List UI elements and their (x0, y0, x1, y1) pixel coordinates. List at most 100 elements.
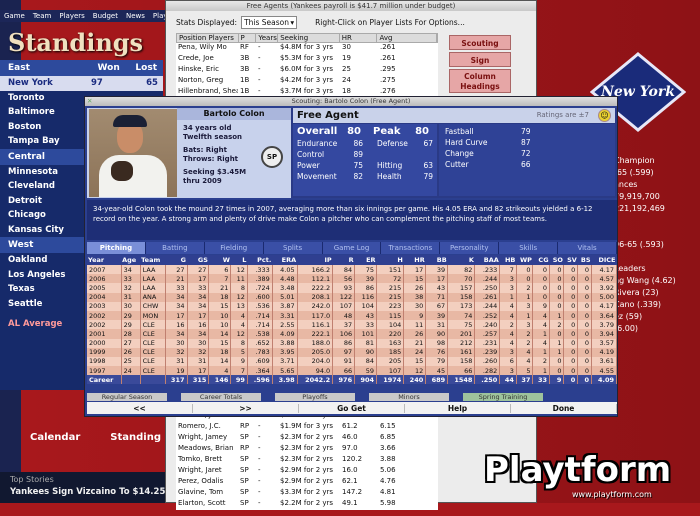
stat-column-header[interactable]: HB (499, 255, 517, 265)
stat-column-header[interactable]: WP (516, 255, 533, 265)
table-row[interactable]: Romero, J.C. RP - $1.9M for 3 yrs 61.2 6.15 (176, 422, 438, 433)
stat-cell: 0 (577, 347, 593, 357)
stat-cell: 44 (499, 375, 517, 385)
table-row[interactable]: Wright, Jamey SP - $2.3M for 2 yrs 46.0 6.85 (176, 433, 438, 444)
table-cell: 4.81 (380, 488, 396, 496)
stat-column-header[interactable]: ERA (272, 255, 298, 265)
column-header[interactable]: P (239, 34, 257, 42)
subtab-regular-season[interactable]: Regular Season (87, 393, 167, 401)
nav-button[interactable]: << (87, 403, 193, 413)
table-cell: $5.3M for 3 yrs (280, 54, 334, 62)
menu-item[interactable]: Team (33, 12, 52, 20)
subtab-career-totals[interactable]: Career Totals (181, 393, 261, 401)
stat-cell: 2002 (87, 310, 122, 321)
stat-column-header[interactable]: Age (121, 255, 141, 265)
stat-column-header[interactable]: SV (563, 255, 578, 265)
table-row[interactable]: Hinske, Eric 3B - $6.0M for 3 yrs 25 .295 (176, 65, 438, 76)
column-header[interactable]: Years (256, 34, 279, 42)
tab-transactions[interactable]: Transactions (381, 242, 440, 254)
stat-column-header[interactable]: BB (425, 255, 448, 265)
stat-column-header[interactable]: K (447, 255, 475, 265)
stat-cell: 0 (577, 320, 593, 330)
tab-vitals[interactable]: Vitals (558, 242, 617, 254)
subtab-minors[interactable]: Minors (369, 393, 449, 401)
table-row[interactable]: Norton, Greg 1B - $4.2M for 3 yrs 24 .275 (176, 76, 438, 87)
column-headings-button[interactable]: Column Headings (449, 69, 511, 93)
tab-fielding[interactable]: Fielding (204, 242, 263, 254)
nav-button[interactable]: Go Get (299, 403, 405, 413)
tab-game-log[interactable]: Game Log (322, 242, 381, 254)
table-cell: Crede, Joe (178, 54, 214, 62)
rating-row: Endurance 86 Defense 67 (293, 138, 437, 149)
table-row[interactable]: Perez, Odalis SP - $2.9M for 2 yrs 62.1 4.76 (176, 477, 438, 488)
menu-item[interactable]: Budget (93, 12, 118, 20)
column-header[interactable]: Position Players (177, 34, 239, 42)
tab-batting[interactable]: Batting (145, 242, 204, 254)
table-row[interactable]: Tomko, Brett SP - $2.3M for 2 yrs 120.2 3.88 (176, 455, 438, 466)
tab-skills[interactable]: Skills (499, 242, 558, 254)
column-header[interactable]: HR (340, 34, 378, 42)
stat-column-header[interactable]: IP (297, 255, 333, 265)
stat-cell: 1 (532, 366, 551, 376)
standings-row[interactable]: New York 97 65 (0, 76, 163, 91)
tab-splits[interactable]: Splits (263, 242, 322, 254)
tab-personality[interactable]: Personality (440, 242, 499, 254)
stat-cell: .536 (247, 301, 273, 311)
nav-button[interactable]: Help (405, 403, 511, 413)
pitching-stats-table: Year Age Team G GS W L Pct. ERA IP R ER H HR BB K BAA HB W… (87, 255, 617, 385)
nav-button[interactable]: >> (193, 403, 299, 413)
stat-column-header[interactable]: ER (354, 255, 377, 265)
team-won: 97 (90, 78, 103, 89)
stat-column-header[interactable]: BS (577, 255, 592, 265)
stat-column-header[interactable]: HR (403, 255, 426, 265)
stat-column-header[interactable]: Team (140, 255, 166, 265)
table-cell: Hinske, Eric (178, 65, 219, 73)
standings-button[interactable]: Standing (110, 432, 161, 443)
subtab-spring-training[interactable]: Spring Training (463, 393, 543, 401)
scouting-button[interactable]: Scouting (449, 35, 511, 50)
stat-column-header[interactable]: L (230, 255, 248, 265)
stat-column-header[interactable]: H (376, 255, 404, 265)
table-row[interactable]: Wright, Jaret SP - $2.9M for 2 yrs 16.0 5.06 (176, 466, 438, 477)
column-header[interactable]: Seeking (278, 34, 340, 42)
table-row[interactable]: Crede, Joe 3B - $5.3M for 3 yrs 19 .261 (176, 54, 438, 65)
stat-column-header[interactable]: SO (549, 255, 564, 265)
stat-column-header[interactable]: Year (87, 255, 122, 265)
tab-pitching[interactable]: Pitching (87, 242, 145, 254)
stat-column-header[interactable]: GS (187, 255, 209, 265)
menu-item[interactable]: Players (59, 12, 84, 20)
stat-column-header[interactable]: DICE (591, 255, 617, 265)
nav-button[interactable]: Done (511, 403, 617, 413)
table-row[interactable]: Pena, Wily Mo RF - $4.8M for 3 yrs 30 .261 (176, 43, 438, 54)
menu-item[interactable]: Game (4, 12, 25, 20)
won-header: Won (97, 63, 120, 73)
table-row[interactable]: Meadows, Brian RP - $2.3M for 2 yrs 97.0 3.66 (176, 444, 438, 455)
team-name: Tampa Bay (8, 136, 60, 147)
stat-cell: 3.61 (591, 356, 617, 367)
stat-cell: 146 (208, 375, 232, 385)
stats-displayed-select[interactable]: This Season ▾ (241, 15, 298, 29)
column-header[interactable]: Avg (377, 34, 437, 42)
stat-cell: 2 (516, 283, 534, 293)
stat-column-header[interactable]: G (165, 255, 187, 265)
stat-cell: 18 (208, 292, 232, 302)
menu-item[interactable]: News (126, 12, 145, 20)
team-name: Detroit (8, 195, 42, 206)
sign-button[interactable]: Sign (449, 52, 511, 67)
pitch-label: Cutter (445, 160, 469, 169)
calendar-button[interactable]: Calendar (30, 432, 80, 443)
table-row[interactable]: Elarton, Scott SP - $2.2M for 2 yrs 49.1 5.98 (176, 499, 438, 510)
stat-column-header[interactable]: R (332, 255, 355, 265)
close-icon[interactable]: ✕ (87, 97, 92, 106)
subtab-playoffs[interactable]: Playoffs (275, 393, 355, 401)
stat-column-header[interactable]: BAA (474, 255, 500, 265)
stat-column-header[interactable]: W (208, 255, 231, 265)
table-row[interactable]: Glavine, Tom SP - $3.3M for 2 yrs 147.2 4.81 (176, 488, 438, 499)
stat-cell: 3.64 (591, 310, 617, 321)
table-cell: .295 (380, 65, 396, 73)
stat-column-header[interactable]: Pct. (247, 255, 273, 265)
stat-cell: 0 (577, 292, 593, 302)
stat-cell: 4 (230, 320, 248, 330)
table-cell: $2.9M for 2 yrs (280, 477, 334, 485)
stat-column-header[interactable]: CG (532, 255, 550, 265)
